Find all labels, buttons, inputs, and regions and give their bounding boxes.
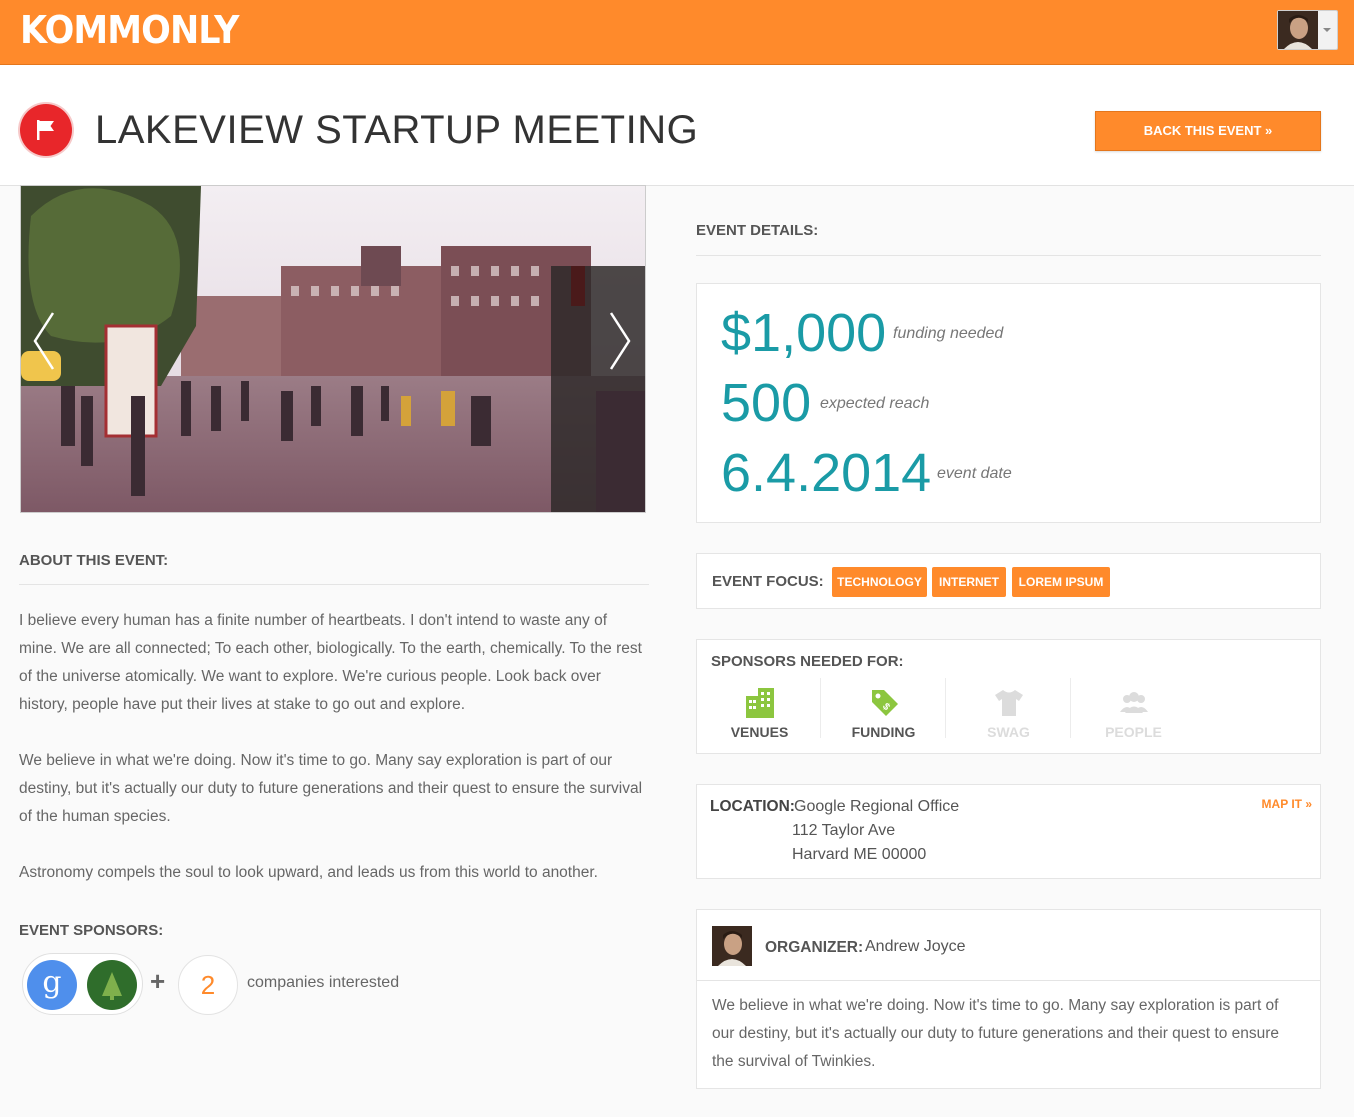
brand-logo[interactable]: KOMMONLY: [20, 8, 240, 52]
sponsor-logo-group: g: [22, 953, 143, 1015]
location-panel: LOCATION: Google Regional Office 112 Tay…: [696, 784, 1321, 879]
chevron-left-icon[interactable]: [31, 311, 61, 371]
user-menu-button[interactable]: [1277, 10, 1338, 50]
interested-label: companies interested: [247, 974, 400, 991]
sponsor-need-venues[interactable]: VENUES: [697, 678, 822, 748]
swag-label: SWAG: [987, 724, 1030, 740]
carousel-next-arrow[interactable]: [603, 311, 633, 371]
sponsor-need-people[interactable]: PEOPLE: [1071, 678, 1196, 748]
divider: [696, 255, 1321, 256]
about-paragraph-3: Astronomy compels the soul to look upwar…: [19, 864, 598, 881]
sponsor-need-funding[interactable]: $ FUNDING: [821, 678, 946, 748]
google-logo[interactable]: g: [27, 960, 77, 1010]
organizer-bio: We believe in what we're doing. Now it's…: [712, 997, 1280, 1070]
tag-lorem-ipsum[interactable]: LOREM IPSUM: [1012, 567, 1110, 597]
price-tag-icon: $: [868, 686, 900, 718]
interested-count-badge: 2: [178, 955, 238, 1015]
top-navbar: KOMMONLY: [0, 0, 1354, 65]
flag-icon: [20, 104, 72, 156]
tree-logo[interactable]: [87, 960, 137, 1010]
people-icon: [1118, 686, 1150, 718]
focus-label: EVENT FOCUS:: [712, 573, 824, 590]
details-heading: EVENT DETAILS:: [696, 222, 819, 239]
tag-internet[interactable]: INTERNET: [932, 567, 1006, 597]
venues-label: VENUES: [730, 724, 789, 740]
event-title-bar: LAKEVIEW STARTUP MEETING BACK THIS EVENT…: [0, 65, 1354, 186]
location-line-3: Harvard ME 00000: [792, 846, 927, 863]
reach-value: 500: [721, 373, 812, 433]
people-label: PEOPLE: [1105, 724, 1162, 740]
sponsor-need-swag[interactable]: SWAG: [946, 678, 1071, 748]
map-it-link[interactable]: MAP IT »: [1262, 797, 1312, 811]
sponsors-needed-panel: SPONSORS NEEDED FOR: VENUES $ FUNDING SW…: [696, 639, 1321, 754]
location-line-2: 112 Taylor Ave: [792, 822, 896, 839]
event-photo: [21, 186, 645, 512]
tshirt-icon: [993, 686, 1025, 718]
user-avatar[interactable]: [1278, 11, 1318, 49]
event-focus-panel: EVENT FOCUS: TECHNOLOGY INTERNET LOREM I…: [696, 553, 1321, 609]
date-label: event date: [937, 465, 1012, 482]
reach-label: expected reach: [820, 395, 930, 412]
back-event-button[interactable]: BACK THIS EVENT »: [1095, 111, 1321, 151]
date-value: 6.4.2014: [721, 443, 932, 503]
event-photo-carousel[interactable]: [20, 185, 646, 513]
building-icon: [744, 686, 776, 718]
organizer-avatar[interactable]: [712, 926, 752, 966]
divider: [19, 584, 649, 585]
location-label: LOCATION:: [710, 798, 795, 815]
plus-sign: +: [150, 966, 166, 996]
funding-need-label: FUNDING: [851, 724, 916, 740]
sponsors-heading: EVENT SPONSORS:: [19, 922, 164, 939]
location-line-1: Google Regional Office: [794, 798, 960, 815]
sponsors-needed-heading: SPONSORS NEEDED FOR:: [711, 653, 904, 670]
funding-label: funding needed: [893, 325, 1004, 342]
tag-technology[interactable]: TECHNOLOGY: [832, 567, 927, 597]
event-stats-panel: $1,000 funding needed 500 expected reach…: [696, 283, 1321, 523]
page-title: LAKEVIEW STARTUP MEETING: [95, 108, 699, 152]
chevron-right-icon[interactable]: [603, 311, 633, 371]
about-paragraph-1: I believe every human has a finite numbe…: [19, 612, 642, 713]
funding-value: $1,000: [721, 303, 887, 363]
organizer-panel: ORGANIZER: Andrew Joyce We believe in wh…: [696, 909, 1321, 1089]
divider: [697, 980, 1320, 981]
organizer-label: ORGANIZER:: [765, 939, 864, 956]
about-paragraph-2: We believe in what we're doing. Now it's…: [19, 752, 643, 825]
about-heading: ABOUT THIS EVENT:: [19, 552, 169, 569]
organizer-name[interactable]: Andrew Joyce: [865, 938, 966, 956]
chevron-down-icon[interactable]: [1323, 28, 1331, 32]
carousel-prev-arrow[interactable]: [31, 311, 61, 371]
